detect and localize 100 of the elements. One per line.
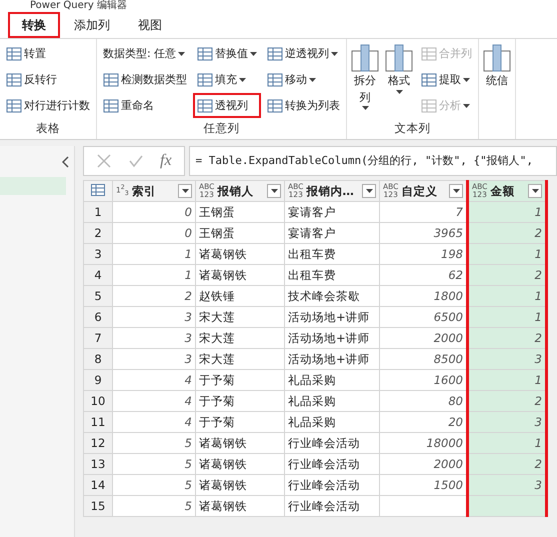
table-cell: 宴请客户 xyxy=(284,202,380,222)
ribbon-tab[interactable]: 视图 xyxy=(124,12,176,38)
column-name: 索引 xyxy=(132,184,157,198)
filter-button[interactable] xyxy=(267,184,281,198)
table-cell: 礼品采购 xyxy=(284,370,380,390)
table-menu-button[interactable] xyxy=(84,180,112,202)
collapse-icon[interactable] xyxy=(62,156,70,168)
table-cell: 诸葛钢铁 xyxy=(196,454,284,474)
table-cell: 4 xyxy=(112,412,196,432)
ribbon-button[interactable]: 提取 xyxy=(417,67,476,92)
ribbon-button[interactable]: 检测数据类型 xyxy=(99,67,191,92)
ribbon-button[interactable]: 转置 xyxy=(2,41,94,66)
column-name: 报销内… xyxy=(306,184,355,198)
row-number: 5 xyxy=(84,286,112,306)
ribbon-button[interactable]: 数据类型: 任意 xyxy=(99,41,191,66)
table-cell: 4 xyxy=(112,370,196,390)
table-cell: 出租车费 xyxy=(284,264,380,286)
table-cell: 于予菊 xyxy=(196,370,284,390)
filter-button[interactable] xyxy=(178,184,192,198)
table-cell: 3 xyxy=(468,348,546,370)
grid-icon xyxy=(421,46,437,60)
row-number: 11 xyxy=(84,412,112,432)
caret-icon xyxy=(270,189,278,193)
grid-icon xyxy=(103,72,119,86)
grid-icon xyxy=(421,98,437,112)
ribbon-button[interactable]: 移动 xyxy=(263,67,344,92)
ribbon-button[interactable]: 对行进行计数 xyxy=(2,93,94,118)
ribbon-button[interactable]: 填充 xyxy=(193,67,261,92)
ribbon-button[interactable]: 反转行 xyxy=(2,67,94,92)
filter-button[interactable] xyxy=(528,184,542,198)
table-cell: 于予菊 xyxy=(196,412,284,432)
row-number: 1 xyxy=(84,202,112,222)
grid-icon xyxy=(267,72,283,86)
ribbon-button[interactable]: 逆透视列 xyxy=(263,41,344,66)
table-cell: 诸葛钢铁 xyxy=(196,432,284,454)
group-label: 任意列 xyxy=(202,121,240,137)
table-cell: 诸葛钢铁 xyxy=(196,496,284,516)
row-number: 13 xyxy=(84,454,112,474)
caret-icon xyxy=(532,189,538,193)
table-cell: 宋大莲 xyxy=(196,348,284,370)
table-cell: 2 xyxy=(468,454,546,474)
filter-button[interactable] xyxy=(449,184,463,198)
grid-icon xyxy=(267,98,283,112)
check-icon[interactable] xyxy=(128,153,144,169)
table-cell: 诸葛钢铁 xyxy=(196,474,284,496)
table-cell: 宋大莲 xyxy=(196,306,284,328)
caret-icon xyxy=(452,189,460,193)
table-cell: 活动场地+讲师 xyxy=(284,348,380,370)
group-label: 文本列 xyxy=(394,121,432,137)
table-cell: 2 xyxy=(468,222,546,244)
ribbon-button[interactable]: 重命名 xyxy=(99,93,191,118)
table-cell: 2 xyxy=(468,328,546,348)
grid-icon xyxy=(6,72,22,86)
caret-icon xyxy=(182,189,188,193)
table-cell: 赵铁锤 xyxy=(196,286,284,306)
table-cell: 4 xyxy=(112,390,196,412)
table-cell: 1 xyxy=(468,432,546,454)
table-cell: 宴请客户 xyxy=(284,222,380,244)
table-cell: 诸葛钢铁 xyxy=(196,264,284,286)
ribbon-tab[interactable]: 转换 xyxy=(8,12,60,38)
table-cell: 0 xyxy=(112,222,196,244)
ribbon-tab[interactable]: 添加列 xyxy=(60,12,124,38)
ribbon-button[interactable]: 格式 xyxy=(383,41,415,96)
caret-icon xyxy=(366,189,372,193)
columns-icon xyxy=(384,43,414,73)
table-cell: 1 xyxy=(468,286,546,306)
table-cell: 1 xyxy=(468,370,546,390)
table-cell: 礼品采购 xyxy=(284,390,380,412)
table-cell: 诸葛钢铁 xyxy=(196,244,284,264)
table-cell: 行业峰会活动 xyxy=(284,474,380,496)
formula-field[interactable]: = Table.ExpandTableColumn(分组的行, "计数", {"报销人", xyxy=(188,146,557,176)
table-cell: 技术峰会茶歇 xyxy=(284,286,380,306)
filter-button[interactable] xyxy=(362,184,376,198)
row-number: 6 xyxy=(84,306,112,328)
ribbon-button[interactable]: 替换值 xyxy=(193,41,261,66)
ribbon-button[interactable]: 统信 xyxy=(481,41,513,92)
table-cell: 活动场地+讲师 xyxy=(284,328,380,348)
table-cell: 0 xyxy=(112,202,196,222)
ribbon-button[interactable]: 转换为列表 xyxy=(263,93,344,118)
table-cell: 5 xyxy=(112,474,196,496)
row-number: 14 xyxy=(84,474,112,496)
row-number: 15 xyxy=(84,496,112,516)
table-cell: 行业峰会活动 xyxy=(284,454,380,474)
column-name: 金额 xyxy=(490,184,516,198)
ribbon-button[interactable]: 拆分列 xyxy=(349,41,381,112)
table-cell: 行业峰会活动 xyxy=(284,432,380,454)
table-cell: 1 xyxy=(112,264,196,286)
function-button[interactable]: fx xyxy=(160,152,172,170)
grid-icon xyxy=(6,98,22,112)
columns-icon xyxy=(350,43,380,73)
table-cell: 3 xyxy=(468,474,546,496)
table-cell: 出租车费 xyxy=(284,244,380,264)
table-cell: 3 xyxy=(112,328,196,348)
table-cell: 2 xyxy=(468,390,546,412)
table-cell: 1 xyxy=(112,244,196,264)
table-cell: 1 xyxy=(468,202,546,222)
row-number: 4 xyxy=(84,264,112,286)
grid-icon xyxy=(197,98,213,112)
ribbon-button[interactable]: 透视列 xyxy=(193,93,261,118)
table-cell: 礼品采购 xyxy=(284,412,380,432)
